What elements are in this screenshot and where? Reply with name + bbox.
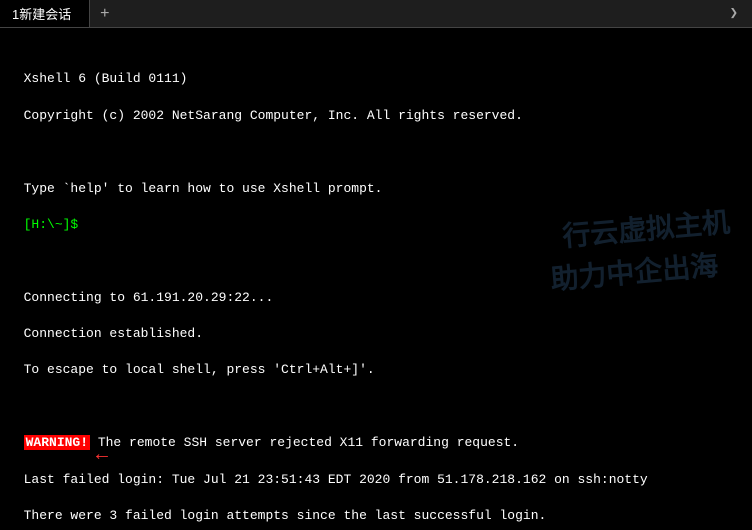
escape-hint: To escape to local shell, press 'Ctrl+Al… bbox=[24, 362, 375, 377]
warning-text: The remote SSH server rejected X11 forwa… bbox=[90, 435, 519, 450]
titlebar-arrow[interactable]: ❯ bbox=[724, 5, 744, 22]
xshell-header-line1: Xshell 6 (Build 0111) bbox=[24, 71, 188, 86]
connecting-line: Connecting to 61.191.20.29:22... bbox=[24, 290, 274, 305]
connection-established: Connection established. bbox=[24, 326, 203, 341]
xshell-header-line2: Copyright (c) 2002 NetSarang Computer, I… bbox=[24, 108, 523, 123]
titlebar: 1新建会话 + ❯ bbox=[0, 0, 752, 28]
last-failed-login: Last failed login: Tue Jul 21 23:51:43 E… bbox=[24, 472, 648, 487]
watermark: 行云虚拟主机助力中企出海 bbox=[526, 160, 739, 345]
session-tab[interactable]: 1新建会话 bbox=[0, 0, 90, 27]
failed-attempts: There were 3 failed login attempts since… bbox=[24, 508, 547, 523]
new-tab-button[interactable]: + bbox=[90, 0, 120, 27]
warning-badge: WARNING! bbox=[24, 435, 90, 450]
terminal: Xshell 6 (Build 0111) Copyright (c) 2002… bbox=[0, 28, 752, 530]
titlebar-controls: ❯ bbox=[724, 5, 752, 22]
local-prompt: [H:\~]$ bbox=[24, 217, 79, 232]
help-hint: Type `help' to learn how to use Xshell p… bbox=[24, 181, 383, 196]
session-tab-label: 1新建会话 bbox=[12, 4, 71, 23]
